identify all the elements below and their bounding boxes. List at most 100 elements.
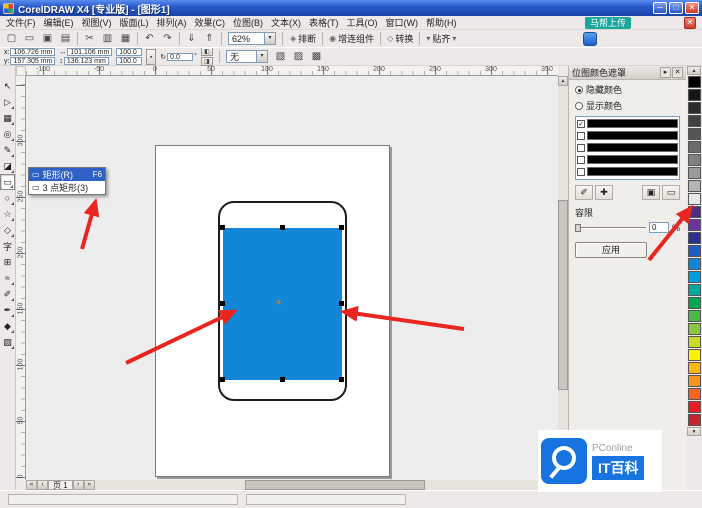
x-position-field[interactable]: 106.726 mm <box>10 48 55 56</box>
uploader-icon[interactable] <box>583 32 597 46</box>
selected-blue-rectangle[interactable] <box>223 228 342 380</box>
document-page[interactable]: × <box>155 145 390 477</box>
palette-swatch[interactable] <box>688 167 701 179</box>
palette-swatch[interactable] <box>688 76 701 88</box>
scale-x-field[interactable]: 100.0 <box>116 48 142 56</box>
menu-item[interactable]: 文本(X) <box>267 16 305 29</box>
menu-item[interactable]: 窗口(W) <box>382 16 423 29</box>
selection-handle[interactable] <box>280 225 285 230</box>
palette-swatch[interactable] <box>688 401 701 413</box>
palette-swatch[interactable] <box>688 102 701 114</box>
palette-swatch[interactable] <box>688 245 701 257</box>
open-mask-button[interactable]: ▭ <box>662 185 680 200</box>
freehand-tool[interactable]: ✎ <box>0 142 15 158</box>
horizontal-ruler[interactable]: -100-50050100150200250300350 <box>26 66 558 76</box>
palette-swatch[interactable] <box>688 115 701 127</box>
close-button[interactable]: ✕ <box>685 2 699 14</box>
mask-color-row[interactable] <box>577 142 678 153</box>
document-close-button[interactable]: ✕ <box>684 17 696 29</box>
selection-handle[interactable] <box>339 225 344 230</box>
mask-color-row[interactable] <box>577 154 678 165</box>
apply-button[interactable]: 应用 <box>575 242 647 258</box>
mask-color-row[interactable] <box>577 130 678 141</box>
palette-swatch[interactable] <box>688 323 701 335</box>
palette-swatch[interactable] <box>688 284 701 296</box>
last-page-button[interactable]: » <box>84 480 95 490</box>
tolerance-slider-thumb[interactable] <box>575 224 581 232</box>
selection-handle[interactable] <box>220 225 225 230</box>
outline-tool[interactable]: ✒ <box>0 302 15 318</box>
to-back-button[interactable]: ▩ <box>308 49 325 65</box>
palette-swatch[interactable] <box>688 219 701 231</box>
palette-swatch[interactable] <box>688 180 701 192</box>
import-button[interactable]: ⇓ <box>183 31 200 47</box>
rotation-angle-field[interactable]: 0.0 <box>167 53 193 61</box>
outline-width-combo[interactable]: 无 ▾ <box>226 50 268 63</box>
fill-tool[interactable]: ◆ <box>0 318 15 334</box>
menu-item[interactable]: 效果(C) <box>191 16 230 29</box>
horizontal-scroll-track[interactable] <box>95 480 547 490</box>
scale-y-field[interactable]: 100.0 <box>116 57 142 65</box>
y-position-field[interactable]: 157.305 mm <box>10 57 55 65</box>
tolerance-slider[interactable] <box>575 224 646 232</box>
interactive-fill-tool[interactable]: ▨ <box>0 334 15 350</box>
palette-swatch[interactable] <box>688 375 701 387</box>
new-document-button[interactable]: ▢ <box>3 31 20 47</box>
lock-ratio-icon[interactable]: ▪ <box>146 49 156 65</box>
palette-swatch[interactable] <box>688 89 701 101</box>
palette-swatch[interactable] <box>688 349 701 361</box>
ellipse-tool[interactable]: ○ <box>0 190 15 206</box>
chevron-down-icon[interactable]: ▾ <box>256 51 267 62</box>
menu-item[interactable]: 版面(L) <box>116 16 153 29</box>
basic-shapes-tool[interactable]: ◇ <box>0 222 15 238</box>
mask-checkbox[interactable] <box>577 132 585 140</box>
page-tab[interactable]: 页 1 <box>48 480 73 490</box>
paste-button[interactable]: ▦ <box>117 31 134 47</box>
horizontal-scroll-thumb[interactable] <box>245 480 425 490</box>
zoom-tool[interactable]: ◎ <box>0 126 15 142</box>
palette-swatch[interactable] <box>688 128 701 140</box>
palette-swatch[interactable] <box>688 258 701 270</box>
mask-checkbox[interactable] <box>577 156 585 164</box>
menu-item[interactable]: 位图(B) <box>229 16 267 29</box>
palette-swatch[interactable] <box>688 271 701 283</box>
palette-scroll-down-button[interactable]: ▼ <box>687 427 701 436</box>
eyedropper-tool[interactable]: ✐ <box>0 286 15 302</box>
palette-swatch[interactable] <box>688 362 701 374</box>
vertical-scroll-thumb[interactable] <box>558 200 568 390</box>
save-mask-button[interactable]: ▣ <box>642 185 660 200</box>
palette-scroll-up-button[interactable]: ▲ <box>687 66 701 75</box>
ad-badge[interactable]: 马帮上传 <box>585 17 631 29</box>
flyout-item-3point-rectangle[interactable]: ▭ 3 点矩形(3) <box>29 181 105 194</box>
redo-button[interactable]: ↷ <box>159 31 176 47</box>
radio-unselected-icon[interactable] <box>575 102 583 110</box>
rectangle-tool[interactable]: ▭ <box>0 174 15 190</box>
chevron-down-icon[interactable]: ▾ <box>264 33 275 44</box>
ruler-origin-button[interactable] <box>16 66 26 76</box>
selection-handle[interactable] <box>339 301 344 306</box>
show-colors-option[interactable]: 显示颜色 <box>569 96 686 112</box>
mask-color-row[interactable]: ✓ <box>577 118 678 129</box>
color-eyedropper-button[interactable]: ✐ <box>575 185 593 200</box>
export-button[interactable]: ⇑ <box>201 31 218 47</box>
open-button[interactable]: ▭ <box>21 31 38 47</box>
hide-colors-option[interactable]: 隐藏颜色 <box>569 80 686 96</box>
menu-item[interactable]: 视图(V) <box>78 16 116 29</box>
pick-tool[interactable]: ↖ <box>0 78 15 94</box>
to-front-button[interactable]: ▨ <box>290 49 307 65</box>
palette-swatch[interactable] <box>688 297 701 309</box>
menu-item[interactable]: 帮助(H) <box>422 16 461 29</box>
menu-item[interactable]: 工具(O) <box>343 16 382 29</box>
vertical-scrollbar[interactable]: ▲ ▼ <box>558 76 568 480</box>
palette-swatch[interactable] <box>688 206 701 218</box>
convert-button[interactable]: ◇转换 <box>383 31 417 47</box>
wrap-text-button[interactable]: ▧ <box>272 49 289 65</box>
palette-swatch[interactable] <box>688 154 701 166</box>
object-width-field[interactable]: 101.106 mm <box>67 48 112 56</box>
text-tool[interactable]: 字 <box>0 238 15 254</box>
print-button[interactable]: ▤ <box>57 31 74 47</box>
menu-item[interactable]: 文件(F) <box>2 16 40 29</box>
flyout-item-rectangle[interactable]: ▭ 矩形(R) F6 <box>29 168 105 181</box>
crop-tool[interactable]: ▦ <box>0 110 15 126</box>
mirror-horizontal-button[interactable]: ◧ <box>201 47 213 56</box>
